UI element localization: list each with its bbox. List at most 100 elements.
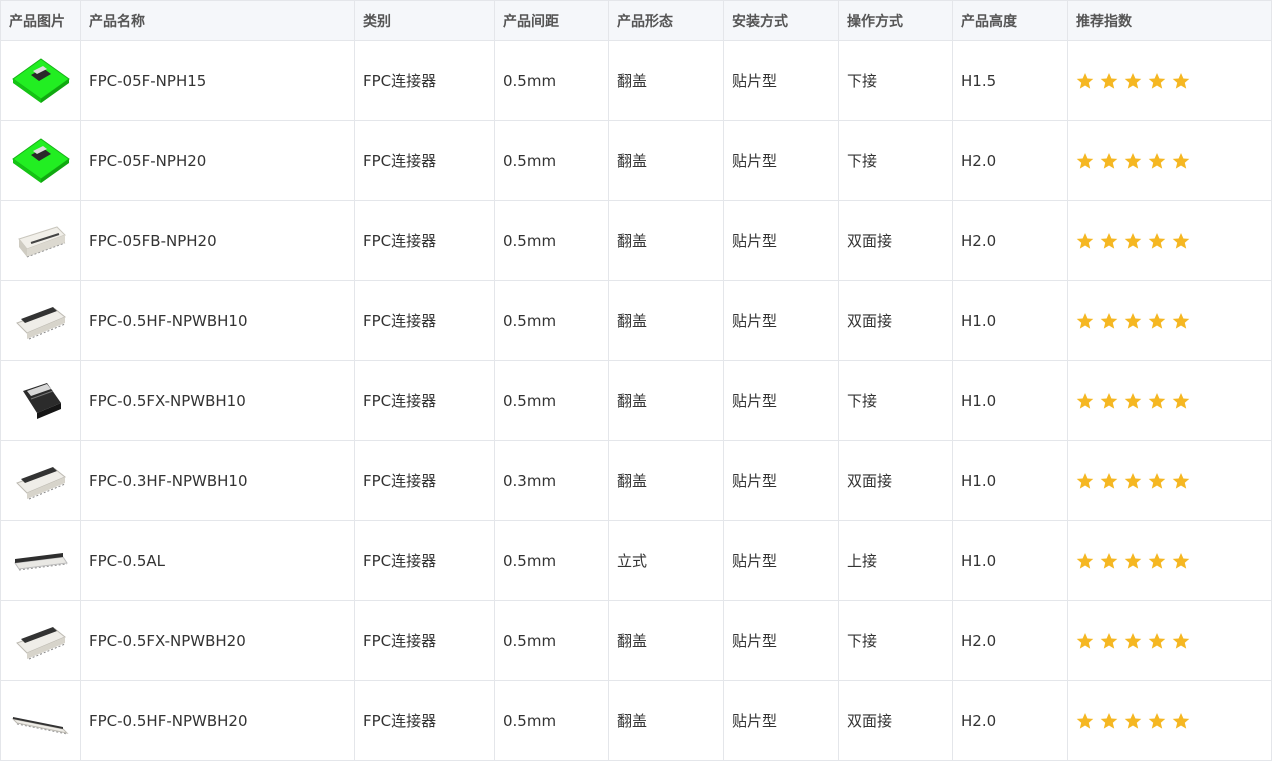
product-shape: 翻盖 (608, 360, 724, 441)
table-row[interactable]: FPC-0.5FX-NPWBH20 FPC连接器 0.5mm 翻盖 贴片型 下接 H2.0 (0, 600, 1272, 681)
product-height: H1.0 (952, 520, 1068, 601)
table-body: FPC-05F-NPH15 FPC连接器 0.5mm 翻盖 贴片型 下接 H1.5 FPC-0… (0, 40, 1272, 761)
star-icon (1076, 552, 1094, 569)
green-pcb-connector-icon[interactable] (9, 49, 73, 113)
rating-stars (1076, 232, 1263, 250)
product-height: H2.0 (952, 200, 1068, 281)
product-name[interactable]: FPC-05FB-NPH20 (80, 200, 355, 281)
product-name[interactable]: FPC-0.5HF-NPWBH20 (80, 680, 355, 761)
flip-connector-icon[interactable] (9, 609, 73, 673)
star-icon (1172, 552, 1190, 569)
product-pitch: 0.5mm (494, 360, 609, 441)
product-name[interactable]: FPC-0.5FX-NPWBH10 (80, 360, 355, 441)
star-icon (1124, 472, 1142, 489)
star-icon (1076, 72, 1094, 89)
star-icon (1124, 312, 1142, 329)
rating-stars (1076, 392, 1263, 410)
header-operation[interactable]: 操作方式 (838, 0, 953, 41)
table-row[interactable]: FPC-0.5AL FPC连接器 0.5mm 立式 贴片型 上接 H1.0 (0, 520, 1272, 601)
star-icon (1172, 472, 1190, 489)
product-mount: 贴片型 (723, 280, 839, 361)
header-rating[interactable]: 推荐指数 (1067, 0, 1272, 41)
product-name[interactable]: FPC-05F-NPH20 (80, 120, 355, 201)
header-category[interactable]: 类别 (354, 0, 495, 41)
product-operation: 双面接 (838, 280, 953, 361)
star-icon (1100, 312, 1118, 329)
black-connector-icon[interactable] (9, 369, 73, 433)
star-icon (1076, 632, 1094, 649)
product-pitch: 0.5mm (494, 520, 609, 601)
flip-connector-icon[interactable] (9, 449, 73, 513)
product-image-cell[interactable] (0, 680, 81, 761)
slim-connector-icon[interactable] (9, 689, 73, 753)
product-image-cell[interactable] (0, 360, 81, 441)
product-operation: 下接 (838, 600, 953, 681)
star-icon (1076, 312, 1094, 329)
product-shape: 翻盖 (608, 280, 724, 361)
product-name[interactable]: FPC-0.5HF-NPWBH10 (80, 280, 355, 361)
vertical-connector-icon[interactable] (9, 529, 73, 593)
table-row[interactable]: FPC-05F-NPH15 FPC连接器 0.5mm 翻盖 贴片型 下接 H1.5 (0, 40, 1272, 121)
product-name[interactable]: FPC-0.5FX-NPWBH20 (80, 600, 355, 681)
product-name[interactable]: FPC-0.3HF-NPWBH10 (80, 440, 355, 521)
product-height: H1.0 (952, 440, 1068, 521)
table-row[interactable]: FPC-05F-NPH20 FPC连接器 0.5mm 翻盖 贴片型 下接 H2.0 (0, 120, 1272, 201)
star-icon (1100, 392, 1118, 409)
product-mount: 贴片型 (723, 200, 839, 281)
header-height[interactable]: 产品高度 (952, 0, 1068, 41)
product-image-cell[interactable] (0, 200, 81, 281)
product-rating (1067, 360, 1272, 441)
table-header: 产品图片 产品名称 类别 产品间距 产品形态 安装方式 操作方式 产品高度 推荐… (0, 0, 1272, 41)
star-icon (1100, 552, 1118, 569)
green-pcb-connector-icon[interactable] (9, 129, 73, 193)
product-image-cell[interactable] (0, 120, 81, 201)
product-rating (1067, 600, 1272, 681)
product-image-cell[interactable] (0, 280, 81, 361)
product-shape: 翻盖 (608, 40, 724, 121)
product-operation: 双面接 (838, 200, 953, 281)
product-operation: 双面接 (838, 440, 953, 521)
header-shape[interactable]: 产品形态 (608, 0, 724, 41)
star-icon (1076, 472, 1094, 489)
header-product-name[interactable]: 产品名称 (80, 0, 355, 41)
header-product-image[interactable]: 产品图片 (0, 0, 81, 41)
product-rating (1067, 120, 1272, 201)
star-icon (1148, 632, 1166, 649)
product-image-cell[interactable] (0, 520, 81, 601)
star-icon (1100, 72, 1118, 89)
star-icon (1124, 152, 1142, 169)
star-icon (1172, 712, 1190, 729)
header-mount[interactable]: 安装方式 (723, 0, 839, 41)
product-mount: 贴片型 (723, 360, 839, 441)
star-icon (1172, 312, 1190, 329)
product-name[interactable]: FPC-0.5AL (80, 520, 355, 601)
table-row[interactable]: FPC-0.5HF-NPWBH20 FPC连接器 0.5mm 翻盖 贴片型 双面接 H2.0 (0, 680, 1272, 761)
product-shape: 翻盖 (608, 680, 724, 761)
product-name[interactable]: FPC-05F-NPH15 (80, 40, 355, 121)
star-icon (1172, 72, 1190, 89)
star-icon (1100, 152, 1118, 169)
star-icon (1124, 72, 1142, 89)
header-pitch[interactable]: 产品间距 (494, 0, 609, 41)
star-icon (1100, 712, 1118, 729)
rating-stars (1076, 552, 1263, 570)
table-row[interactable]: FPC-0.5HF-NPWBH10 FPC连接器 0.5mm 翻盖 贴片型 双面接 H1.0 (0, 280, 1272, 361)
table-row[interactable]: FPC-05FB-NPH20 FPC连接器 0.5mm 翻盖 贴片型 双面接 H2.0 (0, 200, 1272, 281)
product-image-cell[interactable] (0, 440, 81, 521)
rating-stars (1076, 152, 1263, 170)
table-row[interactable]: FPC-0.3HF-NPWBH10 FPC连接器 0.3mm 翻盖 贴片型 双面接 H1.0 (0, 440, 1272, 521)
flip-connector-icon[interactable] (9, 289, 73, 353)
table-row[interactable]: FPC-0.5FX-NPWBH10 FPC连接器 0.5mm 翻盖 贴片型 下接 H1.0 (0, 360, 1272, 441)
product-image-cell[interactable] (0, 40, 81, 121)
white-connector-icon[interactable] (9, 209, 73, 273)
product-category: FPC连接器 (354, 280, 495, 361)
star-icon (1172, 392, 1190, 409)
product-category: FPC连接器 (354, 200, 495, 281)
product-image-cell[interactable] (0, 600, 81, 681)
product-shape: 翻盖 (608, 120, 724, 201)
product-pitch: 0.3mm (494, 440, 609, 521)
header-row: 产品图片 产品名称 类别 产品间距 产品形态 安装方式 操作方式 产品高度 推荐… (0, 0, 1272, 41)
star-icon (1148, 72, 1166, 89)
product-category: FPC连接器 (354, 680, 495, 761)
product-category: FPC连接器 (354, 520, 495, 601)
